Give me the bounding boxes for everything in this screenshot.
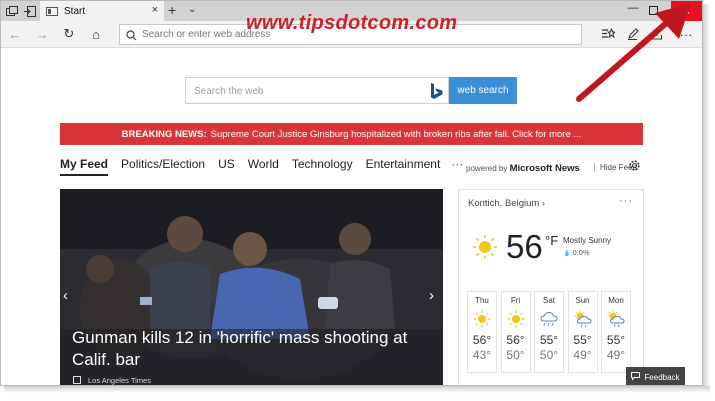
partly-sunny-rain-icon [569,307,597,331]
forecast-day-name: Sat [542,296,555,305]
tab-close-icon[interactable]: × [152,4,158,16]
window-shadow-bottom [4,386,710,393]
feedback-label: Feedback [644,372,680,382]
web-search-box[interactable] [185,77,449,104]
watermark-text: www.tipsdotcom.com [246,12,458,34]
forecast-day[interactable]: Thu 56° 43° [467,291,497,373]
forecast-low: 49° [606,348,626,362]
hero-title[interactable]: Gunman kills 12 in 'horrific' mass shoot… [72,327,432,371]
forecast-high: 55° [539,333,559,347]
sun-icon [468,307,496,331]
search-icon [126,28,138,41]
tab-world[interactable]: World [248,157,279,174]
tab-title: Start [64,5,86,17]
tab-us[interactable]: US [218,157,235,174]
bing-logo-icon [430,82,444,105]
more-tabs-button[interactable]: ··· [451,157,463,171]
powered-by-brand: Microsoft News [509,163,580,174]
sun-icon [502,307,530,331]
source-logo-icon [73,376,81,384]
home-button[interactable]: ⌂ [88,26,104,42]
tab-entertainment[interactable]: Entertainment [366,157,441,174]
weather-more-button[interactable]: ··· [619,195,633,207]
rain-cloud-icon [535,307,563,331]
gear-icon[interactable] [628,159,641,177]
tab-preview-icon[interactable] [5,4,19,18]
search-input[interactable] [194,83,424,99]
forecast-high: 56° [506,333,525,347]
forecast-high: 55° [573,333,592,347]
red-arrow-annotation [576,3,691,102]
weather-card[interactable]: Kontich, Belgium › ··· 56 °F Mostly Sunn… [458,189,644,385]
window-shadow-right [703,4,710,390]
forecast-low: 50° [506,348,525,362]
previous-arrow-icon[interactable]: ‹ [63,287,68,304]
weather-condition: Mostly Sunny [563,236,612,245]
forecast-day-name: Mon [608,296,624,305]
forecast-day[interactable]: Sat 55° 50° [534,291,564,373]
hero-article[interactable]: ‹ › Gunman kills 12 in 'horrific' mass s… [60,189,443,385]
tab-technology[interactable]: Technology [292,157,353,174]
temperature-unit[interactable]: °F [545,233,558,248]
forecast-day-name: Fri [510,296,521,305]
forecast-day[interactable]: Mon 55° 49° [601,291,631,373]
breaking-news-text: Supreme Court Justice Ginsburg hospitali… [210,128,582,140]
forecast-list: Thu 56° 43° Fri 56° 50° Sat 55° 50° Sun … [467,291,635,373]
tab-start[interactable]: Start × [40,1,164,21]
feedback-icon [631,372,641,382]
powered-by-prefix: powered by [466,164,508,173]
forecast-day[interactable]: Fri 56° 50° [500,291,531,373]
forecast-low: 43° [472,348,492,362]
powered-by: powered by Microsoft News [466,163,580,174]
weather-location[interactable]: Kontich, Belgium › [468,198,545,209]
breaking-news-label: BREAKING NEWS: [121,128,207,140]
feedback-button[interactable]: Feedback [626,367,685,385]
forecast-day-name: Thu [475,296,489,305]
web-search-button[interactable]: web search [449,77,517,104]
chevron-down-icon[interactable]: ⌄ [188,4,196,15]
set-tabs-aside-icon[interactable] [23,4,37,18]
forecast-high: 56° [472,333,492,347]
precipitation: 0.0% [563,248,589,257]
sun-icon [472,234,498,265]
feed-tabs: My Feed Politics/Election US World Techn… [60,157,463,179]
forecast-day[interactable]: Sun 55° 49° [567,291,598,373]
new-tab-button[interactable]: + [168,2,176,18]
forecast-low: 49° [573,348,592,362]
current-temperature: 56 [506,228,543,265]
breaking-news-banner[interactable]: BREAKING NEWS: Supreme Court Justice Gin… [60,123,643,145]
refresh-button[interactable]: ↻ [61,26,77,42]
forecast-day-name: Sun [575,296,590,305]
tab-my-feed[interactable]: My Feed [60,157,109,176]
partly-sunny-rain-icon [602,307,630,331]
browser-window: Start × + ⌄ — × ← → ↻ ⌂ ··· [0,0,703,386]
forecast-high: 55° [606,333,626,347]
back-button[interactable]: ← [7,26,23,42]
hero-source: Los Angeles Times [88,376,151,385]
start-page-icon [46,6,58,16]
forward-button[interactable]: → [34,26,50,42]
tab-politics-election[interactable]: Politics/Election [121,157,205,174]
next-arrow-icon[interactable]: › [429,287,434,304]
forecast-low: 50° [539,348,559,362]
